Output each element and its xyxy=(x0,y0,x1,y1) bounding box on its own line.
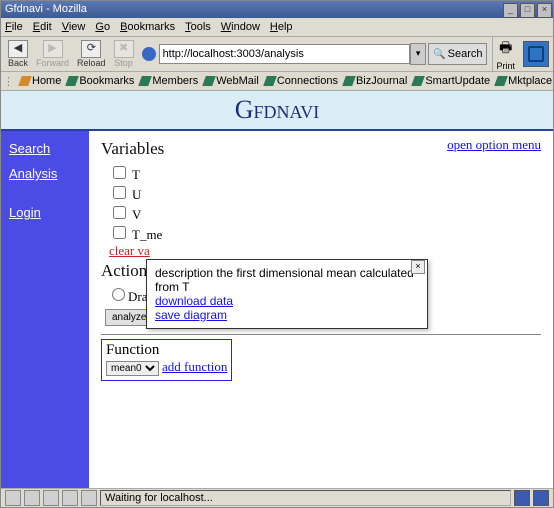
sidebar: Search Analysis Login xyxy=(1,131,89,500)
link-bizjournal[interactable]: BizJournal xyxy=(342,75,409,87)
tooltip-popup: × description the first dimensional mean… xyxy=(146,259,428,329)
link-smartupdate[interactable]: SmartUpdate xyxy=(411,75,492,87)
forward-button[interactable]: ▶Forward xyxy=(33,40,72,68)
reload-button[interactable]: ⟳Reload xyxy=(74,40,109,68)
sidebar-search[interactable]: Search xyxy=(9,141,81,156)
app-title: Gfdnavi xyxy=(1,91,553,131)
status-nav-icon[interactable] xyxy=(5,490,21,506)
status-security-icon[interactable] xyxy=(533,490,549,506)
window-title: Gfdnavi - Mozilla xyxy=(5,1,87,18)
menu-file[interactable]: File xyxy=(5,21,23,33)
minimize-button[interactable]: _ xyxy=(503,3,518,18)
link-home[interactable]: Home xyxy=(18,75,63,87)
stop-button[interactable]: ✖Stop xyxy=(111,40,137,68)
window-titlebar: Gfdnavi - Mozilla _ □ × xyxy=(1,1,553,18)
print-button[interactable]: 🖶Print xyxy=(492,37,518,71)
url-input[interactable] xyxy=(159,44,411,64)
menu-bookmarks[interactable]: Bookmarks xyxy=(120,21,175,33)
status-text: Waiting for localhost... xyxy=(100,490,511,506)
var-v[interactable]: V xyxy=(109,203,541,223)
search-button[interactable]: Search xyxy=(428,43,487,65)
tooltip-download-link[interactable]: download data xyxy=(155,294,419,308)
status-mail-icon[interactable] xyxy=(24,490,40,506)
personal-toolbar: ⋮ Home Bookmarks Members WebMail Connect… xyxy=(1,72,553,91)
menu-view[interactable]: View xyxy=(62,21,86,33)
status-addr-icon[interactable] xyxy=(62,490,78,506)
function-heading: Function xyxy=(106,342,227,359)
back-button[interactable]: ◀Back xyxy=(5,40,31,68)
link-connections[interactable]: Connections xyxy=(263,75,340,87)
tooltip-description: description the first dimensional mean c… xyxy=(155,266,419,294)
link-members[interactable]: Members xyxy=(138,75,200,87)
var-tme[interactable]: T_me xyxy=(109,223,541,243)
tooltip-save-link[interactable]: save diagram xyxy=(155,308,419,322)
clear-variables-link[interactable]: clear va xyxy=(109,243,150,258)
menu-edit[interactable]: Edit xyxy=(33,21,52,33)
link-bookmarks[interactable]: Bookmarks xyxy=(65,75,136,87)
variables-list: T U V T_me clear va xyxy=(101,163,541,259)
var-v-checkbox[interactable] xyxy=(113,206,126,219)
link-webmail[interactable]: WebMail xyxy=(202,75,261,87)
add-function-link[interactable]: add function xyxy=(162,359,227,374)
status-online-icon[interactable] xyxy=(514,490,530,506)
function-select[interactable]: mean0 xyxy=(106,361,159,376)
page-content: Gfdnavi Search Analysis Login open optio… xyxy=(1,91,553,500)
var-u[interactable]: U xyxy=(109,183,541,203)
close-button[interactable]: × xyxy=(537,3,552,18)
maximize-button[interactable]: □ xyxy=(520,3,535,18)
menu-go[interactable]: Go xyxy=(95,21,110,33)
link-mktplace[interactable]: Mktplace xyxy=(494,75,554,87)
throbber-icon xyxy=(523,41,549,67)
status-compose-icon[interactable] xyxy=(43,490,59,506)
open-option-link[interactable]: open option menu xyxy=(447,137,541,153)
globe-icon xyxy=(142,47,156,61)
toolbar: ◀Back ▶Forward ⟳Reload ✖Stop ▾ Search 🖶P… xyxy=(1,37,553,72)
var-tme-checkbox[interactable] xyxy=(113,226,126,239)
sidebar-login[interactable]: Login xyxy=(9,205,81,220)
menu-bar: File Edit View Go Bookmarks Tools Window… xyxy=(1,18,553,37)
menu-tools[interactable]: Tools xyxy=(185,21,211,33)
var-t-checkbox[interactable] xyxy=(113,166,126,179)
var-t[interactable]: T xyxy=(109,163,541,183)
menu-window[interactable]: Window xyxy=(221,21,260,33)
url-dropdown[interactable]: ▾ xyxy=(410,43,426,65)
var-u-checkbox[interactable] xyxy=(113,186,126,199)
menu-help[interactable]: Help xyxy=(270,21,293,33)
toolbar-handle[interactable]: ⋮ xyxy=(3,75,14,88)
sidebar-analysis[interactable]: Analysis xyxy=(9,166,81,181)
divider xyxy=(101,334,541,335)
action-draw-radio[interactable] xyxy=(112,288,125,301)
status-irc-icon[interactable] xyxy=(81,490,97,506)
function-box: Function mean0 add function xyxy=(101,339,232,381)
status-bar: Waiting for localhost... xyxy=(1,488,553,507)
tooltip-close-icon[interactable]: × xyxy=(411,260,425,274)
